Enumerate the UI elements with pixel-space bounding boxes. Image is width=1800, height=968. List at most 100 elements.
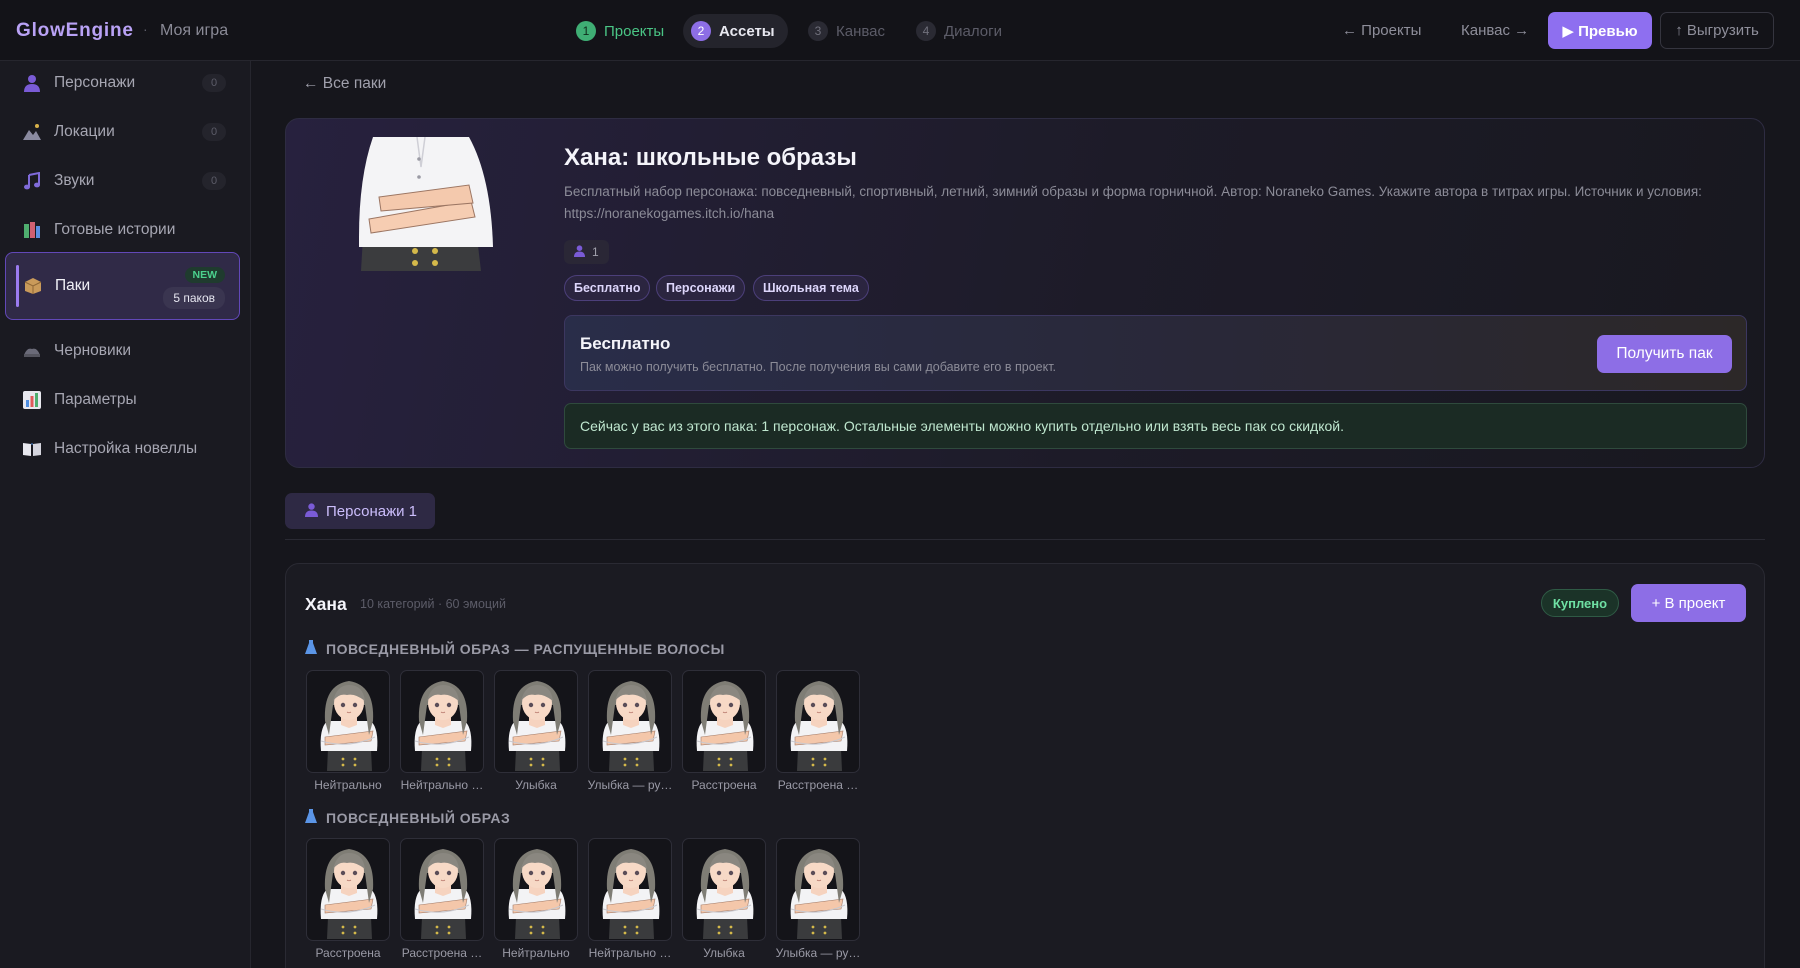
sidebar-item-count: 0 xyxy=(202,172,226,190)
person-icon xyxy=(21,73,43,93)
sidebar-item-label: Паки xyxy=(55,277,91,294)
step-label: Ассеты xyxy=(719,22,775,40)
sidebar-item-count: 0 xyxy=(202,123,226,141)
pack-cover-image xyxy=(359,136,493,271)
brand-separator: · xyxy=(143,21,148,37)
emotion-thumbnail[interactable] xyxy=(306,670,390,773)
preview-button[interactable]: ▶ Превью xyxy=(1548,12,1652,49)
sidebar-item-sounds[interactable]: Звуки 0 xyxy=(5,159,240,203)
emotion-thumbnail[interactable] xyxy=(494,838,578,941)
go-to-canvas-link[interactable]: Канвас → xyxy=(1461,22,1529,39)
ownership-info: Сейчас у вас из этого пака: 1 персонаж. … xyxy=(564,403,1747,449)
price-subtitle: Пак можно получить бесплатно. После полу… xyxy=(580,360,1057,374)
emotion-label: Нейтрально … xyxy=(400,778,484,792)
bar-chart-icon xyxy=(21,390,43,410)
all-packs-back-link[interactable]: ← Все паки xyxy=(303,75,386,93)
step-dialogs[interactable]: 4 Диалоги xyxy=(908,14,1015,48)
step-number: 2 xyxy=(691,21,711,41)
sidebar-item-locations[interactable]: Локации 0 xyxy=(5,110,240,154)
sidebar-item-stories[interactable]: Готовые истории xyxy=(5,208,240,252)
tag-free[interactable]: Бесплатно xyxy=(564,275,651,301)
sidebar-item-novel-settings[interactable]: Настройка новеллы xyxy=(5,427,240,471)
person-icon xyxy=(305,502,318,520)
emotion-thumbnail[interactable] xyxy=(588,670,672,773)
sidebar-item-label: Звуки xyxy=(54,172,95,189)
tag-school-theme[interactable]: Школьная тема xyxy=(753,275,869,301)
step-label: Канвас xyxy=(836,22,886,40)
category-label: ПОВСЕДНЕВНЫЙ ОБРАЗ xyxy=(326,809,511,826)
tag-characters[interactable]: Персонажи xyxy=(656,275,746,301)
emotion-label: Нейтрально xyxy=(314,778,382,792)
new-badge: NEW xyxy=(184,267,225,283)
emotion-label: Расстроена xyxy=(691,778,757,792)
sidebar-item-packs[interactable]: Паки NEW 5 паков xyxy=(5,252,240,320)
top-bar: GlowEngine · Моя игра 1 Проекты 2 Ассеты… xyxy=(0,0,1800,61)
step-number: 1 xyxy=(576,21,596,41)
character-card: Хана 10 категорий · 60 эмоций Куплено + … xyxy=(285,563,1765,968)
character-meta: 10 категорий · 60 эмоций xyxy=(360,597,507,611)
emotion-label: Расстроена xyxy=(315,946,381,960)
dress-icon xyxy=(305,640,317,657)
emotion-label: Улыбка — ру… xyxy=(775,946,861,960)
add-to-project-button[interactable]: + В проект xyxy=(1631,584,1746,622)
open-book-icon xyxy=(21,439,43,459)
emotion-label: Улыбка — ру… xyxy=(587,778,673,792)
emotion-thumbnail[interactable] xyxy=(494,670,578,773)
emotion-label: Улыбка xyxy=(703,946,745,960)
step-label: Диалоги xyxy=(944,22,1002,40)
step-label: Проекты xyxy=(604,22,665,40)
back-to-projects-link[interactable]: ← Проекты xyxy=(1342,22,1421,39)
pack-card: Хана: школьные образы Бесплатный набор п… xyxy=(285,118,1765,468)
emotion-thumbnail[interactable] xyxy=(400,838,484,941)
sidebar-item-parameters[interactable]: Параметры xyxy=(5,378,240,422)
dress-icon xyxy=(305,809,317,826)
pack-description: Бесплатный набор персонажа: повседневный… xyxy=(564,184,1702,221)
export-button[interactable]: ↑ Выгрузить xyxy=(1660,12,1774,49)
purchased-badge: Куплено xyxy=(1541,589,1619,617)
category-label: ПОВСЕДНЕВНЫЙ ОБРАЗ — РАСПУЩЕННЫЕ ВОЛОСЫ xyxy=(326,640,725,657)
sidebar: Персонажи 0 Локации 0 Звуки 0 Готовые ис… xyxy=(0,61,251,968)
emotion-label: Расстроена … xyxy=(777,778,859,792)
sidebar-item-characters[interactable]: Персонажи 0 xyxy=(5,61,240,105)
pack-character-count: 1 xyxy=(564,240,609,264)
emotion-thumbnail[interactable] xyxy=(306,838,390,941)
count-value: 1 xyxy=(592,245,599,259)
tab-label: Персонажи 1 xyxy=(326,502,418,520)
packs-count-badge: 5 паков xyxy=(163,287,225,309)
music-note-icon xyxy=(21,171,43,191)
books-icon xyxy=(21,220,43,240)
emotion-label: Нейтрально xyxy=(502,946,570,960)
pricing-box: Бесплатно Пак можно получить бесплатно. … xyxy=(564,315,1747,391)
emotion-thumbnail[interactable] xyxy=(588,838,672,941)
sidebar-item-label: Локации xyxy=(54,123,115,140)
step-assets[interactable]: 2 Ассеты xyxy=(683,14,788,48)
category-title: ПОВСЕДНЕВНЫЙ ОБРАЗ — РАСПУЩЕННЫЕ ВОЛОСЫ xyxy=(305,640,725,657)
drafts-icon xyxy=(21,341,43,361)
category-title: ПОВСЕДНЕВНЫЙ ОБРАЗ xyxy=(305,809,510,826)
sidebar-item-drafts[interactable]: Черновики xyxy=(5,329,240,373)
sidebar-item-label: Персонажи xyxy=(54,74,136,91)
brand-logo[interactable]: GlowEngine xyxy=(16,20,134,42)
project-name: Моя игра xyxy=(160,22,229,39)
emotion-thumbnail[interactable] xyxy=(776,838,860,941)
sidebar-item-count: 0 xyxy=(202,74,226,92)
emotion-label: Улыбка xyxy=(515,778,557,792)
tab-characters[interactable]: Персонажи 1 xyxy=(285,493,436,529)
location-icon xyxy=(21,122,43,142)
price-title: Бесплатно xyxy=(580,334,671,353)
emotion-thumbnail[interactable] xyxy=(682,838,766,941)
emotion-thumbnail[interactable] xyxy=(682,670,766,773)
character-name: Хана xyxy=(305,594,347,614)
get-pack-button[interactable]: Получить пак xyxy=(1597,335,1732,373)
emotion-thumbnail[interactable] xyxy=(400,670,484,773)
sidebar-item-label: Черновики xyxy=(54,342,132,359)
step-canvas[interactable]: 3 Канвас xyxy=(800,14,898,48)
step-number: 3 xyxy=(808,21,828,41)
tab-divider xyxy=(285,539,1765,540)
sidebar-item-label: Настройка новеллы xyxy=(54,440,198,457)
sidebar-item-label: Готовые истории xyxy=(54,221,176,238)
step-projects[interactable]: 1 Проекты xyxy=(568,14,677,48)
emotion-thumbnail[interactable] xyxy=(776,670,860,773)
box-icon xyxy=(22,276,44,296)
emotion-label: Расстроена … xyxy=(401,946,483,960)
